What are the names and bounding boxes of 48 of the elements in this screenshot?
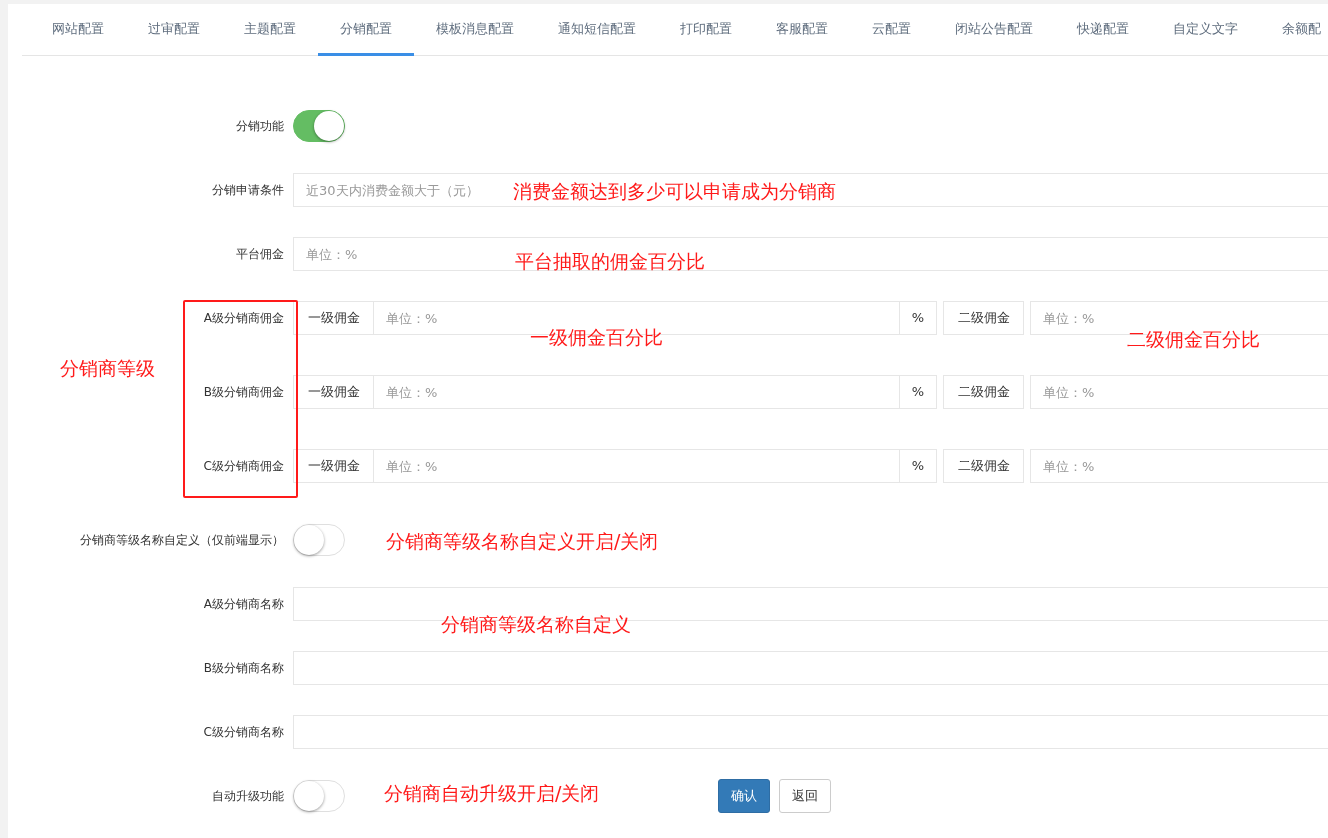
back-button[interactable]: 返回	[779, 779, 831, 813]
tab[interactable]: 过审配置	[126, 4, 222, 56]
annotation-text: 消费金额达到多少可以申请成为分销商	[513, 180, 836, 203]
commission-field[interactable]: 单位：%	[374, 375, 900, 409]
confirm-button[interactable]: 确认	[718, 779, 770, 813]
annotation-text: 分销商等级名称自定义开启/关闭	[386, 530, 659, 553]
tab[interactable]: 模板消息配置	[414, 4, 536, 56]
tab[interactable]: 分销配置	[318, 4, 414, 56]
field-label: 自动升级功能	[211, 788, 285, 805]
annotation-text: 平台抽取的佣金百分比	[515, 250, 705, 273]
tab[interactable]: 云配置	[850, 4, 933, 56]
unit-addon: %	[900, 449, 937, 483]
input-addon: 一级佣金	[293, 375, 374, 409]
tab[interactable]: 客服配置	[754, 4, 850, 56]
commission-field[interactable]: 单位：%	[1030, 375, 1328, 409]
field-label: A级分销商名称	[202, 596, 285, 613]
input-addon: 二级佣金	[943, 449, 1024, 483]
annotation-text: 分销商等级	[60, 357, 155, 380]
annotation-text: 分销商等级名称自定义	[441, 613, 631, 636]
field-label: 分销商等级名称自定义（仅前端显示）	[79, 532, 285, 549]
text-field[interactable]	[293, 651, 1328, 685]
field-label: C级分销商佣金	[202, 458, 285, 475]
tab[interactable]: 打印配置	[658, 4, 754, 56]
field-label: 分销功能	[235, 118, 285, 135]
tab[interactable]: 快递配置	[1055, 4, 1151, 56]
input-addon: 二级佣金	[943, 301, 1024, 335]
tab[interactable]: 主题配置	[222, 4, 318, 56]
field-label: C级分销商名称	[202, 724, 285, 741]
commission-field[interactable]: 单位：%	[1030, 449, 1328, 483]
tab[interactable]: 余额配	[1260, 4, 1328, 56]
annotation-text: 分销商自动升级开启/关闭	[384, 782, 600, 805]
field-label: B级分销商名称	[202, 660, 285, 677]
commission-field[interactable]: 单位：%	[374, 449, 900, 483]
tab[interactable]: 自定义文字	[1151, 4, 1260, 56]
toggle-switch[interactable]	[293, 110, 345, 142]
tab[interactable]: 通知短信配置	[536, 4, 658, 56]
tab[interactable]: 网站配置	[30, 4, 126, 56]
unit-addon: %	[900, 375, 937, 409]
input-addon: 一级佣金	[293, 449, 374, 483]
input-addon: 一级佣金	[293, 301, 374, 335]
unit-addon: %	[900, 301, 937, 335]
input-addon: 二级佣金	[943, 375, 1024, 409]
text-field[interactable]	[293, 715, 1328, 749]
field-label: 平台佣金	[235, 246, 285, 263]
field-label: B级分销商佣金	[202, 384, 285, 401]
tab[interactable]: 闭站公告配置	[933, 4, 1055, 56]
field-label: 分销申请条件	[211, 182, 285, 199]
field-label: A级分销商佣金	[202, 310, 285, 327]
